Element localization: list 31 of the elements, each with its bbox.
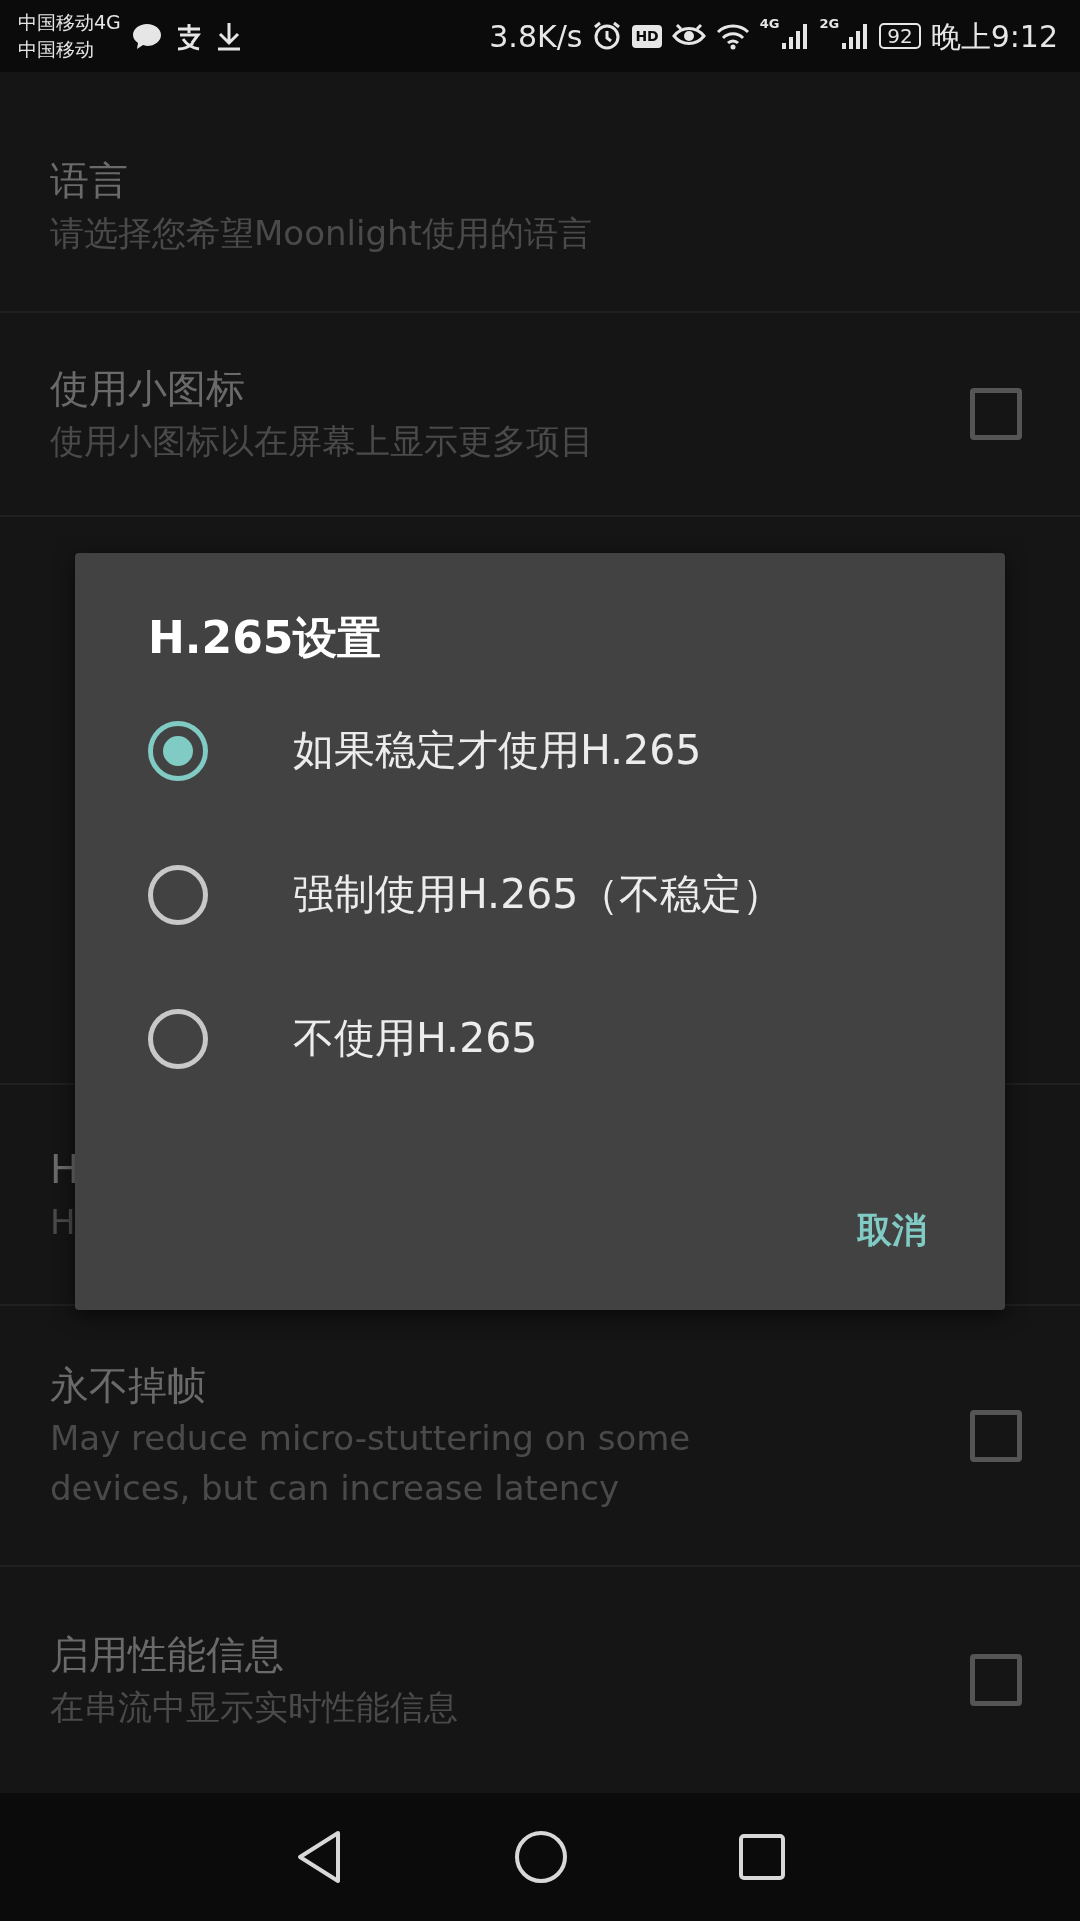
cancel-button[interactable]: 取消 — [851, 1200, 933, 1261]
home-icon — [514, 1830, 568, 1884]
signal-icon — [781, 21, 810, 51]
clock: 晚上9:12 — [930, 17, 1058, 56]
alarm-icon — [592, 21, 623, 51]
signal-icon — [841, 21, 870, 51]
checkbox[interactable] — [970, 1409, 1022, 1462]
network-speed: 3.8K/s — [489, 17, 583, 56]
network-type: 2G — [819, 15, 840, 33]
dialog-title: H.265设置 — [148, 611, 382, 665]
radio-button[interactable] — [148, 721, 208, 781]
checkbox[interactable] — [970, 388, 1022, 440]
carrier-label: 中国移动4G — [18, 10, 121, 35]
wifi-icon — [715, 22, 750, 50]
recents-icon — [738, 1833, 786, 1881]
option-label[interactable]: 如果稳定才使用H.265 — [293, 720, 702, 782]
hd-indicator: HD — [632, 24, 662, 48]
network-type: 4G — [759, 15, 780, 33]
setting-title: 启用性能信息 — [50, 1631, 284, 1679]
setting-title: H — [50, 1145, 80, 1194]
chat-icon — [130, 21, 163, 51]
battery-level: 92 — [879, 23, 921, 49]
radio-button[interactable] — [148, 865, 208, 925]
carrier-label: 中国移动 — [18, 37, 95, 62]
radio-button[interactable] — [148, 1009, 208, 1069]
checkbox[interactable] — [970, 1654, 1022, 1706]
option-label[interactable]: 不使用H.265 — [293, 1008, 538, 1070]
option-label[interactable]: 强制使用H.265（不稳定） — [293, 864, 784, 926]
setting-title: 语言 — [50, 156, 128, 205]
setting-title: 永不掉帧 — [50, 1361, 206, 1410]
setting-title: 使用小图标 — [50, 365, 245, 413]
